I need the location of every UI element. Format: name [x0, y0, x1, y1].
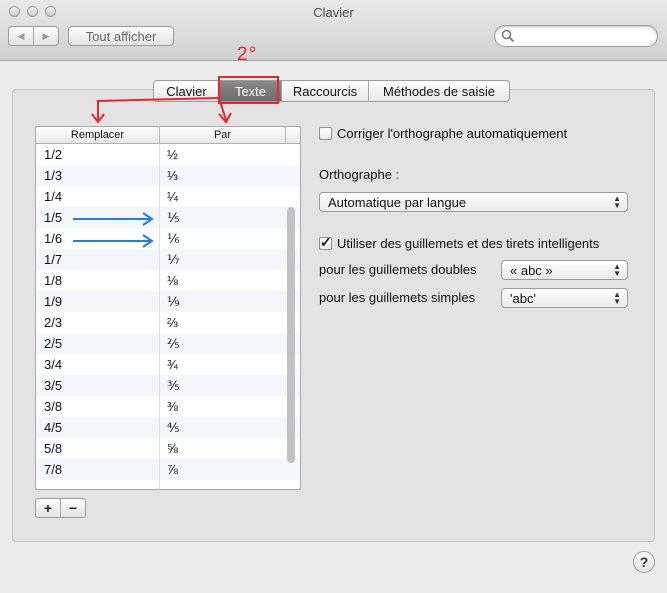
- header-filler: [286, 127, 300, 143]
- with-cell[interactable]: ⅝: [160, 438, 286, 459]
- replace-cell[interactable]: 1/3: [36, 165, 160, 186]
- spelling-label: Orthographe :: [319, 167, 400, 182]
- table-row[interactable]: 3/4 ¾: [36, 354, 300, 375]
- replace-cell[interactable]: 1/8: [36, 270, 160, 291]
- table-row[interactable]: 1/7 ⅐: [36, 249, 300, 270]
- with-cell[interactable]: ⅛: [160, 270, 286, 291]
- navigation-buttons: ◀ ▶: [8, 26, 59, 46]
- single-quotes-value: 'abc': [510, 290, 536, 306]
- table-row[interactable]: 1/9 ⅑: [36, 291, 300, 312]
- with-cell[interactable]: ⅐: [160, 249, 286, 270]
- smart-quotes-option[interactable]: Utiliser des guillemets et des tirets in…: [319, 234, 600, 251]
- search-field[interactable]: [494, 25, 658, 47]
- replace-cell[interactable]: 1/6: [36, 228, 160, 249]
- with-cell[interactable]: ¼: [160, 186, 286, 207]
- replace-cell[interactable]: 1/5: [36, 207, 160, 228]
- back-button[interactable]: ◀: [9, 27, 34, 45]
- table-row[interactable]: 1/2 ½: [36, 144, 300, 165]
- annotation-label: 2°: [237, 44, 258, 65]
- with-cell[interactable]: ⅞: [160, 459, 286, 480]
- remove-button[interactable]: −: [61, 499, 85, 517]
- popup-arrows-icon: ▲ ▼: [613, 194, 621, 210]
- column-header-par[interactable]: Par: [160, 127, 286, 143]
- replace-cell[interactable]: 5/8: [36, 438, 160, 459]
- with-cell[interactable]: ⅓: [160, 165, 286, 186]
- annotation-highlight-box: [218, 76, 279, 104]
- table-row[interactable]: 5/8 ⅝: [36, 438, 300, 459]
- table-row[interactable]: 4/5 ⅘: [36, 417, 300, 438]
- table-row[interactable]: 1/3 ⅓: [36, 165, 300, 186]
- autocorrect-option[interactable]: Corriger l'orthographe automatiquement: [319, 126, 567, 141]
- table-body: 1/2 ½ 1/3 ⅓ 1/4 ¼ 1/5 ⅕ 1/6 ⅙ 1/7 ⅐ 1/8 ⅛ 1/9 ⅑ 2/3 ⅔ 2/5 ⅖…: [36, 144, 300, 489]
- replacement-table[interactable]: Remplacer Par 1/2 ½ 1/3 ⅓ 1/4 ¼ 1/5 ⅕ 1/6 ⅙ 1/7 ⅐ 1/…: [35, 126, 301, 490]
- forward-button[interactable]: ▶: [34, 27, 58, 45]
- with-cell[interactable]: ⅖: [160, 333, 286, 354]
- table-row[interactable]: 2/5 ⅖: [36, 333, 300, 354]
- table-row[interactable]: 1/5 ⅕: [36, 207, 300, 228]
- smart-quotes-checkbox[interactable]: [319, 234, 332, 251]
- tab-bar: Clavier Texte Raccourcis Méthodes de sai…: [153, 80, 510, 102]
- table-row[interactable]: [36, 480, 300, 489]
- autocorrect-label: Corriger l'orthographe automatiquement: [337, 126, 568, 141]
- table-scrollbar[interactable]: [287, 207, 295, 463]
- table-row[interactable]: 1/4 ¼: [36, 186, 300, 207]
- autocorrect-checkbox[interactable]: [319, 127, 332, 140]
- replace-cell[interactable]: 2/3: [36, 312, 160, 333]
- with-cell[interactable]: ⅙: [160, 228, 286, 249]
- with-cell[interactable]: ⅕: [160, 207, 286, 228]
- popup-arrows-icon: ▲ ▼: [613, 262, 621, 278]
- with-cell[interactable]: [160, 480, 286, 489]
- show-all-button[interactable]: Tout afficher: [68, 26, 174, 46]
- tab-raccourcis[interactable]: Raccourcis: [282, 81, 369, 101]
- table-row[interactable]: 3/5 ⅗: [36, 375, 300, 396]
- replace-cell[interactable]: 1/4: [36, 186, 160, 207]
- double-quotes-label: pour les guillemets doubles: [319, 262, 477, 277]
- with-cell[interactable]: ⅑: [160, 291, 286, 312]
- table-header: Remplacer Par: [36, 127, 300, 144]
- table-row[interactable]: 1/8 ⅛: [36, 270, 300, 291]
- window-title: Clavier: [313, 5, 354, 20]
- popup-arrows-icon: ▲ ▼: [613, 290, 621, 306]
- help-button[interactable]: ?: [633, 551, 655, 573]
- with-cell[interactable]: ⅘: [160, 417, 286, 438]
- table-row[interactable]: 7/8 ⅞: [36, 459, 300, 480]
- replace-cell[interactable]: 3/8: [36, 396, 160, 417]
- replace-cell[interactable]: 1/2: [36, 144, 160, 165]
- with-cell[interactable]: ½: [160, 144, 286, 165]
- double-quotes-value: « abc »: [510, 262, 553, 278]
- replace-cell[interactable]: 1/9: [36, 291, 160, 312]
- double-quotes-popup[interactable]: « abc » ▲ ▼: [501, 260, 628, 280]
- add-button[interactable]: +: [36, 499, 61, 517]
- replace-cell[interactable]: [36, 480, 160, 489]
- with-cell[interactable]: ⅜: [160, 396, 286, 417]
- spelling-value: Automatique par langue: [328, 194, 467, 210]
- table-row[interactable]: 1/6 ⅙: [36, 228, 300, 249]
- add-remove-buttons: + −: [35, 498, 86, 518]
- search-icon: [501, 29, 515, 43]
- column-header-remplacer[interactable]: Remplacer: [36, 127, 160, 143]
- with-cell[interactable]: ⅔: [160, 312, 286, 333]
- single-quotes-label: pour les guillemets simples: [319, 290, 476, 305]
- smart-quotes-label: Utiliser des guillemets et des tirets in…: [337, 236, 600, 251]
- spelling-popup[interactable]: Automatique par langue ▲ ▼: [319, 192, 628, 212]
- single-quotes-popup[interactable]: 'abc' ▲ ▼: [501, 288, 628, 308]
- replace-cell[interactable]: 4/5: [36, 417, 160, 438]
- table-row[interactable]: 2/3 ⅔: [36, 312, 300, 333]
- with-cell[interactable]: ⅗: [160, 375, 286, 396]
- tab-methodes-de-saisie[interactable]: Méthodes de saisie: [369, 81, 509, 101]
- replace-cell[interactable]: 7/8: [36, 459, 160, 480]
- tab-clavier[interactable]: Clavier: [154, 81, 220, 101]
- with-cell[interactable]: ¾: [160, 354, 286, 375]
- table-row[interactable]: 3/8 ⅜: [36, 396, 300, 417]
- replace-cell[interactable]: 1/7: [36, 249, 160, 270]
- replace-cell[interactable]: 3/5: [36, 375, 160, 396]
- replace-cell[interactable]: 2/5: [36, 333, 160, 354]
- replace-cell[interactable]: 3/4: [36, 354, 160, 375]
